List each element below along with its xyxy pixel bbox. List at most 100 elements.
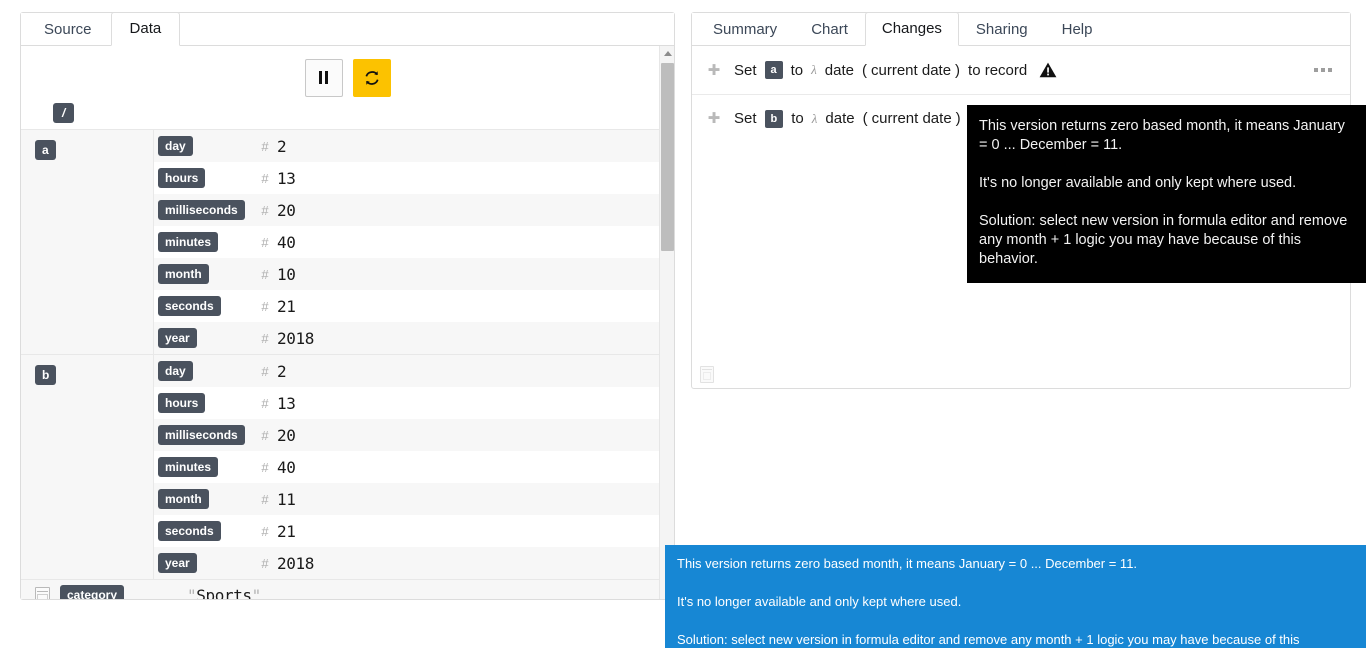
field-row[interactable]: day # 2 bbox=[154, 355, 674, 387]
field-name-badge[interactable]: hours bbox=[158, 393, 206, 413]
field-row[interactable]: month # 11 bbox=[154, 483, 674, 515]
tab-sharing[interactable]: Sharing bbox=[959, 13, 1045, 46]
field-name-badge[interactable]: month bbox=[158, 264, 209, 284]
field-type-icon: # bbox=[261, 427, 269, 443]
function-name[interactable]: date bbox=[825, 110, 854, 127]
move-handle-icon[interactable]: ✚ bbox=[706, 63, 722, 78]
data-panel-scrollbar[interactable] bbox=[659, 46, 674, 599]
field-name-cell: year bbox=[158, 553, 258, 573]
refresh-button[interactable] bbox=[352, 58, 391, 97]
field-row[interactable]: seconds # 21 bbox=[154, 515, 674, 547]
field-name-badge[interactable]: minutes bbox=[158, 232, 219, 252]
tab-chart[interactable]: Chart bbox=[794, 13, 865, 46]
root-node-row: / bbox=[21, 101, 674, 129]
field-value: 13 bbox=[277, 168, 296, 188]
app-root: Source Data / a day # 2 hours # 13 milli… bbox=[0, 0, 1366, 648]
panel-toggle-icon[interactable] bbox=[700, 366, 714, 383]
data-viewport: / a day # 2 hours # 13 milliseconds # 20… bbox=[21, 46, 674, 599]
field-name-badge[interactable]: seconds bbox=[158, 521, 221, 541]
row-menu-button[interactable] bbox=[1310, 62, 1336, 78]
function-argument[interactable]: current date bbox=[871, 62, 951, 79]
field-name-badge[interactable]: year bbox=[158, 553, 197, 573]
field-name-cell: minutes bbox=[158, 457, 258, 477]
field-name-badge[interactable]: month bbox=[158, 489, 209, 509]
warning-icon[interactable] bbox=[1039, 62, 1057, 78]
field-row[interactable]: milliseconds # 20 bbox=[154, 194, 674, 226]
field-type-icon: # bbox=[261, 363, 269, 379]
tab-summary[interactable]: Summary bbox=[696, 13, 794, 46]
field-value: 40 bbox=[277, 232, 296, 252]
field-value: 13 bbox=[277, 393, 296, 413]
quote-open: " bbox=[187, 585, 197, 600]
field-type-icon: # bbox=[261, 395, 269, 411]
function-argument[interactable]: current date bbox=[872, 110, 952, 127]
tab-data[interactable]: Data bbox=[110, 12, 181, 46]
field-name-badge[interactable]: seconds bbox=[158, 296, 221, 316]
category-value-text: Sports bbox=[196, 585, 252, 600]
field-value: 2018 bbox=[277, 328, 314, 348]
scroll-up-button[interactable] bbox=[660, 46, 674, 60]
field-name-badge[interactable]: hours bbox=[158, 168, 206, 188]
field-type-icon: # bbox=[261, 202, 269, 218]
record-key-badge-a[interactable]: a bbox=[35, 140, 56, 160]
tab-changes[interactable]: Changes bbox=[864, 12, 959, 46]
pause-icon bbox=[319, 71, 328, 84]
field-type-icon: # bbox=[261, 170, 269, 186]
field-name-badge[interactable]: year bbox=[158, 328, 197, 348]
to-label: to bbox=[790, 61, 804, 79]
open-paren: ( bbox=[862, 110, 868, 127]
field-value: 2 bbox=[277, 136, 287, 156]
field-name-cell: year bbox=[158, 328, 258, 348]
field-row[interactable]: hours # 13 bbox=[154, 162, 674, 194]
field-name-badge[interactable]: minutes bbox=[158, 457, 219, 477]
category-row[interactable]: category "Sports" bbox=[21, 579, 674, 599]
field-row[interactable]: day # 2 bbox=[154, 130, 674, 162]
field-value: 11 bbox=[277, 489, 296, 509]
record-fields-b: day # 2 hours # 13 milliseconds # 20 min… bbox=[154, 355, 674, 579]
tooltip-line-3: Solution: select new version in formula … bbox=[979, 213, 1348, 267]
record-key-badge-b[interactable]: b bbox=[35, 365, 57, 385]
table-icon bbox=[35, 586, 50, 599]
set-label: Set bbox=[734, 110, 757, 127]
tab-help[interactable]: Help bbox=[1045, 13, 1110, 46]
field-name-badge[interactable]: milliseconds bbox=[158, 200, 245, 220]
field-type-icon: # bbox=[261, 298, 269, 314]
field-row[interactable]: minutes # 40 bbox=[154, 451, 674, 483]
field-row[interactable]: minutes # 40 bbox=[154, 226, 674, 258]
record-key-cell: b bbox=[21, 355, 154, 579]
field-type-icon: # bbox=[261, 266, 269, 282]
variable-badge[interactable]: b bbox=[764, 109, 784, 128]
field-name-badge[interactable]: milliseconds bbox=[158, 425, 245, 445]
field-type-icon: # bbox=[261, 555, 269, 571]
field-name-cell: day bbox=[158, 136, 258, 156]
set-label: Set bbox=[734, 61, 757, 79]
field-value: 2 bbox=[277, 361, 287, 381]
category-name-badge[interactable]: category bbox=[60, 585, 125, 599]
change-row[interactable]: ✚ Set a to λ date ( current date ) to re… bbox=[692, 46, 1350, 94]
function-name[interactable]: date bbox=[825, 62, 854, 79]
open-paren: ( bbox=[862, 61, 867, 79]
field-row[interactable]: year # 2018 bbox=[154, 547, 674, 579]
target-label: to record bbox=[968, 61, 1028, 79]
field-row[interactable]: seconds # 21 bbox=[154, 290, 674, 322]
record-key-cell: a bbox=[21, 130, 154, 354]
tab-source[interactable]: Source bbox=[25, 13, 111, 46]
notification-line-2: It's no longer available and only kept w… bbox=[677, 594, 962, 609]
field-row[interactable]: milliseconds # 20 bbox=[154, 419, 674, 451]
lambda-icon: λ bbox=[811, 110, 818, 126]
root-badge[interactable]: / bbox=[53, 103, 75, 123]
field-row[interactable]: hours # 13 bbox=[154, 387, 674, 419]
field-name-badge[interactable]: day bbox=[158, 136, 193, 156]
record-group-b: b day # 2 hours # 13 milliseconds # 20 m… bbox=[21, 354, 674, 579]
field-name-badge[interactable]: day bbox=[158, 361, 193, 381]
scrollbar-thumb[interactable] bbox=[661, 63, 674, 251]
pause-button[interactable] bbox=[304, 58, 343, 97]
variable-badge[interactable]: a bbox=[764, 61, 783, 79]
field-row[interactable]: month # 10 bbox=[154, 258, 674, 290]
field-value: 2018 bbox=[277, 553, 314, 573]
field-row[interactable]: year # 2018 bbox=[154, 322, 674, 354]
move-handle-icon[interactable]: ✚ bbox=[706, 111, 722, 126]
tooltip-line-2: It's no longer available and only kept w… bbox=[979, 175, 1297, 191]
changes-panel-tabs: Summary Chart Changes Sharing Help bbox=[692, 12, 1350, 46]
close-paren: ) bbox=[955, 110, 961, 127]
